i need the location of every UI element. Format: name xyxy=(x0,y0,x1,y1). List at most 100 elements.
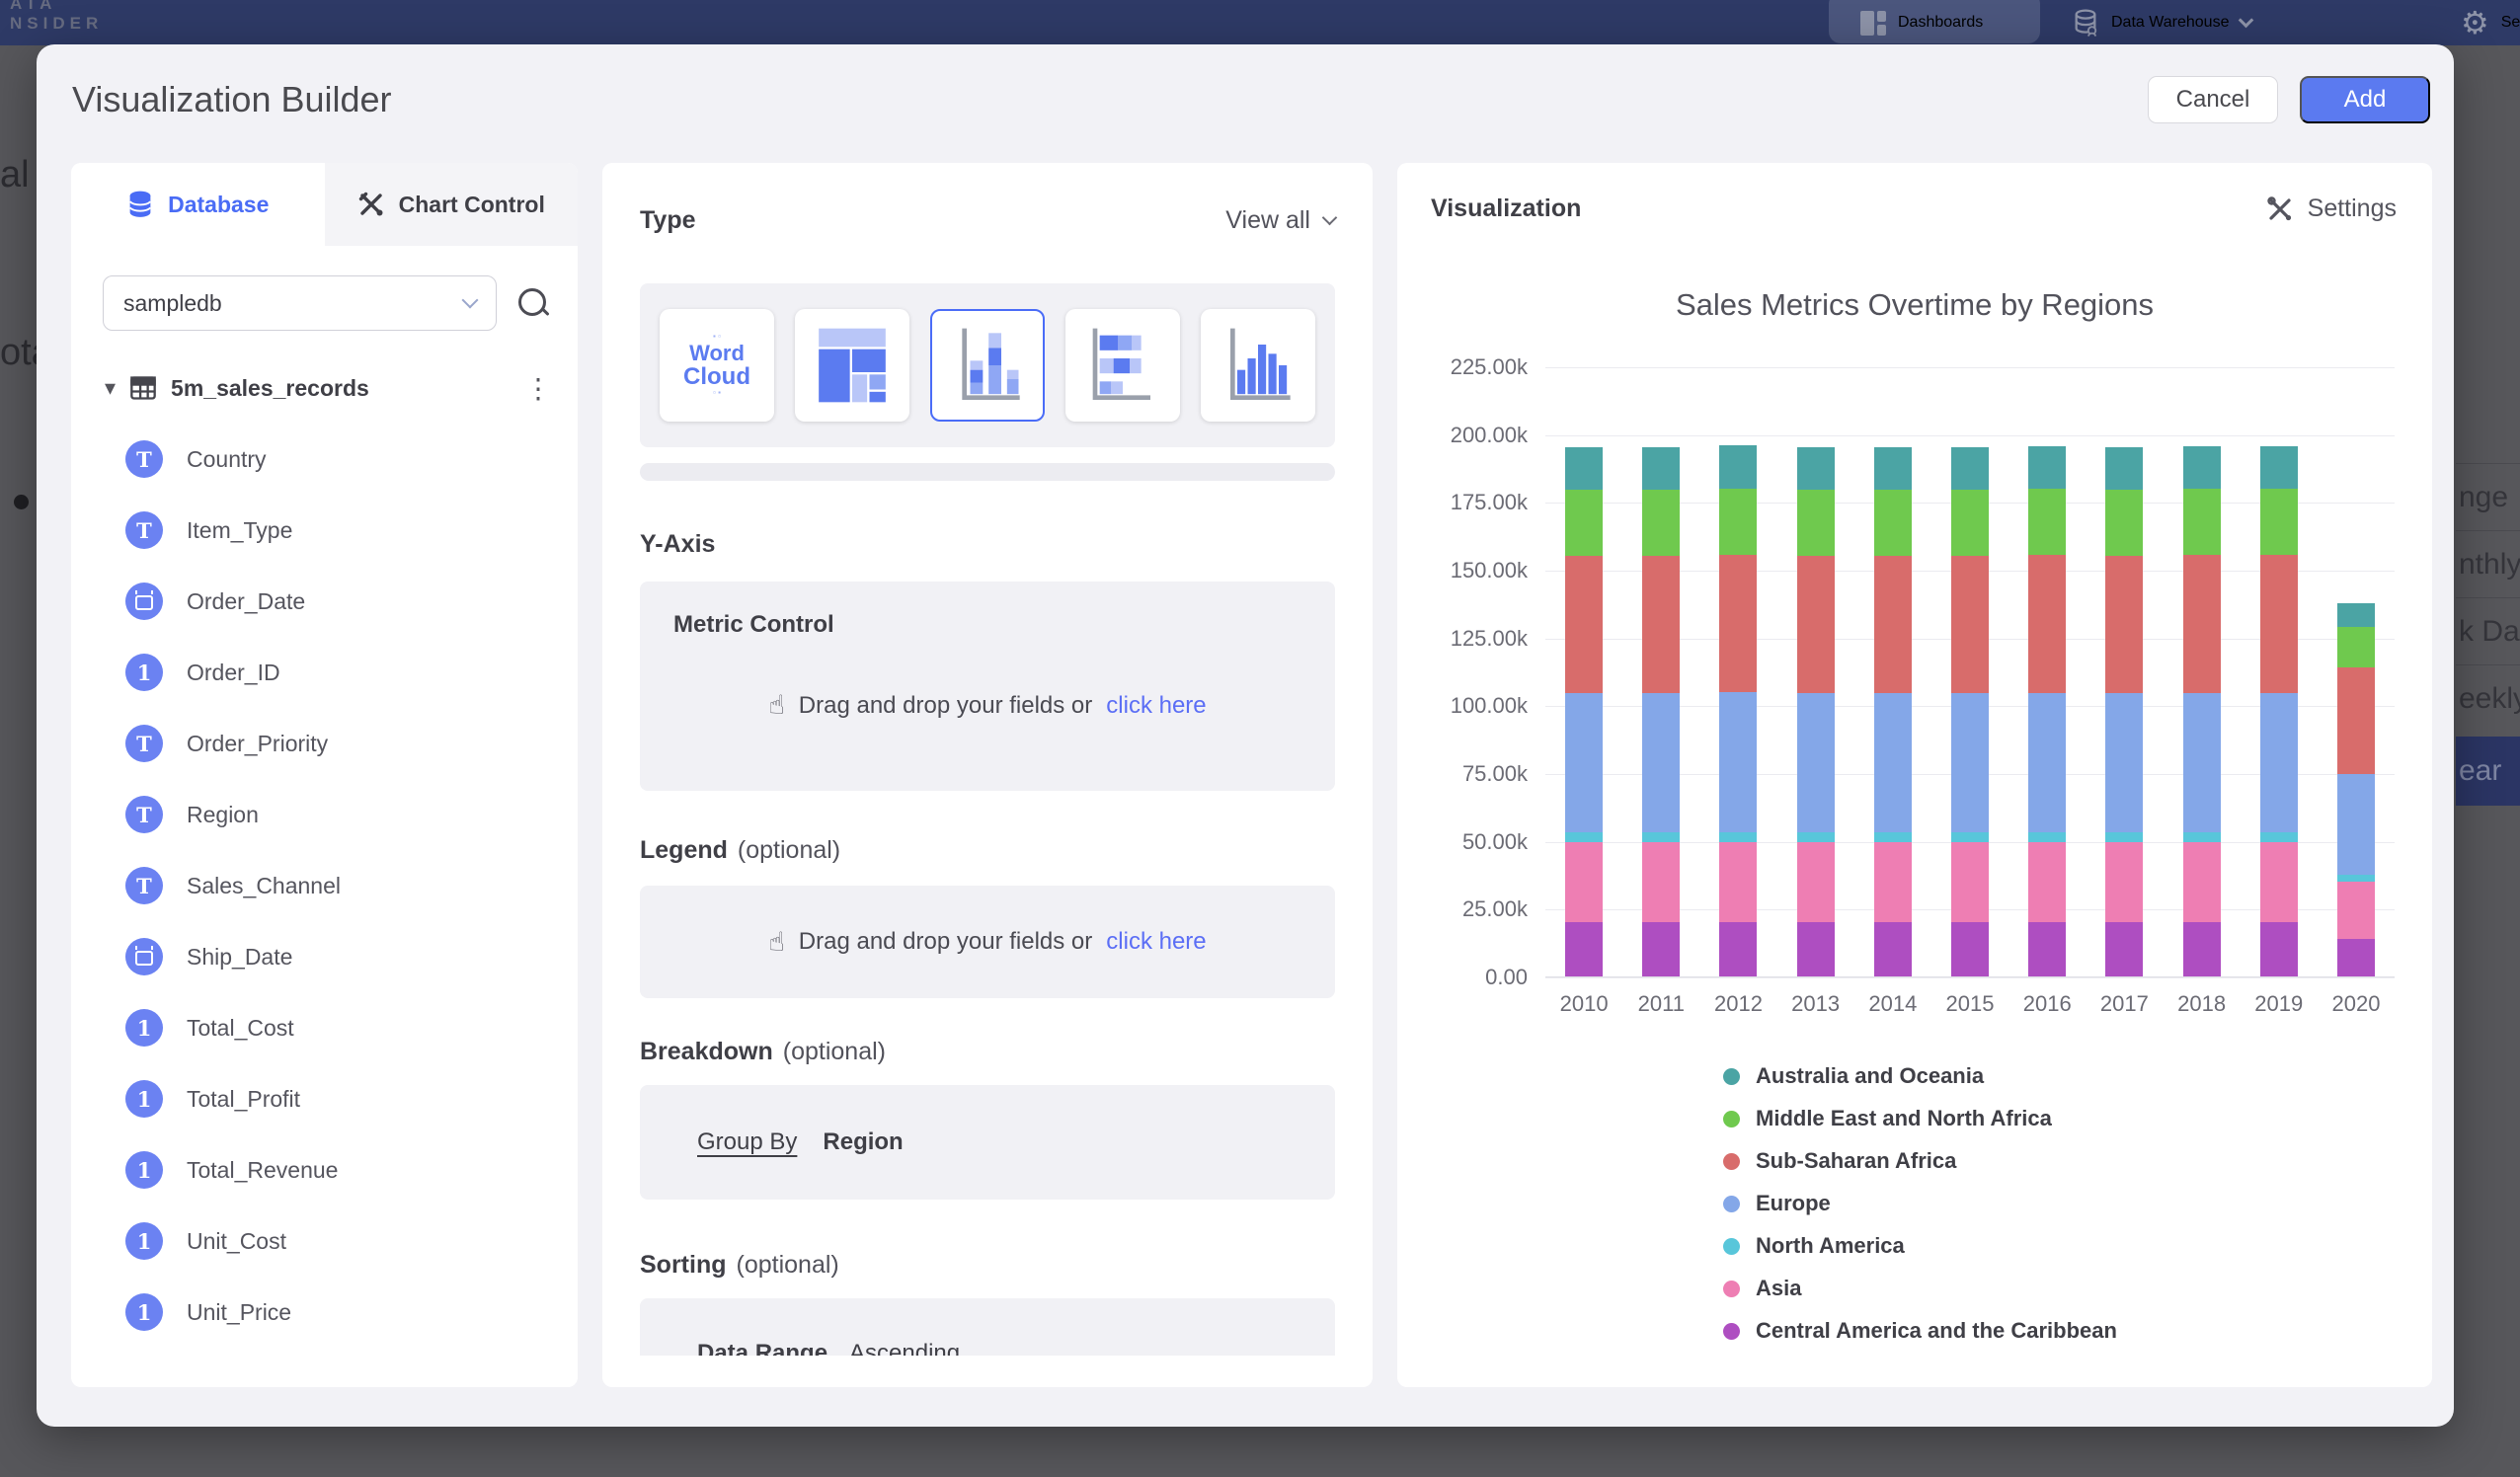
bar-segment[interactable] xyxy=(1565,490,1603,556)
chart-type-word-cloud[interactable]: ▪ ▫ Word Cloud ▫ ▪ xyxy=(660,309,774,422)
chart-type-stacked-bar[interactable] xyxy=(1065,309,1180,422)
bar-segment[interactable] xyxy=(2105,490,2143,556)
nav-data-warehouse[interactable]: Data Warehouse xyxy=(2072,0,2251,45)
field-Unit_Price[interactable]: 1Unit_Price xyxy=(71,1277,578,1348)
sorting-row[interactable]: Data Range Ascending xyxy=(697,1340,1335,1356)
nav-dashboards[interactable]: Dashboards xyxy=(1860,0,1983,45)
bar-segment[interactable] xyxy=(1874,447,1912,490)
field-Order_ID[interactable]: 1Order_ID xyxy=(71,637,578,708)
bar-segment[interactable] xyxy=(1642,556,1680,693)
bar-segment[interactable] xyxy=(1951,490,1989,556)
bar-segment[interactable] xyxy=(2183,693,2221,832)
bar-segment[interactable] xyxy=(2337,875,2375,882)
bar-segment[interactable] xyxy=(2028,446,2066,489)
bar-segment[interactable] xyxy=(2260,922,2298,976)
bar-segment[interactable] xyxy=(1719,692,1757,833)
bar-segment[interactable] xyxy=(2260,832,2298,842)
bar-segment[interactable] xyxy=(1951,556,1989,693)
bar-segment[interactable] xyxy=(2105,447,2143,490)
bar-segment[interactable] xyxy=(1797,693,1835,832)
bar-segment[interactable] xyxy=(2260,693,2298,832)
bar-segment[interactable] xyxy=(1951,832,1989,842)
legend-item[interactable]: Central America and the Caribbean xyxy=(1723,1318,2117,1344)
bar-segment[interactable] xyxy=(1874,490,1912,556)
legend-item[interactable]: North America xyxy=(1723,1233,2117,1259)
bar-2020[interactable] xyxy=(2337,603,2375,976)
bar-2015[interactable] xyxy=(1951,447,1989,976)
bar-segment[interactable] xyxy=(1874,922,1912,976)
bar-segment[interactable] xyxy=(1642,842,1680,922)
bar-segment[interactable] xyxy=(2183,832,2221,842)
chart-type-column[interactable] xyxy=(1201,309,1315,422)
tab-chart-control[interactable]: Chart Control xyxy=(325,163,579,246)
cancel-button[interactable]: Cancel xyxy=(2148,76,2278,123)
bar-segment[interactable] xyxy=(1951,693,1989,832)
field-Unit_Cost[interactable]: 1Unit_Cost xyxy=(71,1205,578,1277)
bar-segment[interactable] xyxy=(1797,447,1835,490)
bar-segment[interactable] xyxy=(1719,489,1757,555)
bar-segment[interactable] xyxy=(1642,693,1680,832)
bar-segment[interactable] xyxy=(2028,555,2066,693)
bar-segment[interactable] xyxy=(2028,693,2066,832)
bar-segment[interactable] xyxy=(2260,489,2298,555)
bar-segment[interactable] xyxy=(2337,627,2375,667)
metric-control-dropzone[interactable]: Metric Control ☝ Drag and drop your fiel… xyxy=(640,582,1335,791)
tab-database[interactable]: Database xyxy=(71,163,325,246)
bar-segment[interactable] xyxy=(2105,832,2143,842)
bar-segment[interactable] xyxy=(1719,842,1757,922)
bar-segment[interactable] xyxy=(1642,832,1680,842)
bar-segment[interactable] xyxy=(2105,842,2143,922)
chart-settings-button[interactable]: Settings xyxy=(2266,194,2397,223)
bar-segment[interactable] xyxy=(2105,922,2143,976)
bar-segment[interactable] xyxy=(1951,447,1989,490)
bar-segment[interactable] xyxy=(2183,842,2221,922)
bar-segment[interactable] xyxy=(1642,922,1680,976)
bar-segment[interactable] xyxy=(1797,922,1835,976)
bar-segment[interactable] xyxy=(2337,603,2375,626)
bar-segment[interactable] xyxy=(2260,555,2298,693)
legend-item[interactable]: Australia and Oceania xyxy=(1723,1063,2117,1089)
bar-segment[interactable] xyxy=(1565,693,1603,832)
chart-type-treemap[interactable] xyxy=(795,309,909,422)
caret-down-icon[interactable]: ▾ xyxy=(105,375,116,401)
bar-2014[interactable] xyxy=(1874,447,1912,976)
field-Ship_Date[interactable]: Ship_Date xyxy=(71,921,578,992)
bar-2016[interactable] xyxy=(2028,446,2066,976)
legend-item[interactable]: Sub-Saharan Africa xyxy=(1723,1148,2117,1174)
add-button[interactable]: Add xyxy=(2300,76,2430,123)
chart-type-stacked-column[interactable] xyxy=(930,309,1045,422)
type-strip-scrollbar[interactable] xyxy=(640,463,1335,481)
bar-segment[interactable] xyxy=(1719,832,1757,842)
background-menu-item[interactable]: eekly xyxy=(2456,664,2520,732)
bar-segment[interactable] xyxy=(2028,922,2066,976)
metric-click-here-link[interactable]: click here xyxy=(1106,692,1206,720)
field-Total_Revenue[interactable]: 1Total_Revenue xyxy=(71,1134,578,1205)
bar-segment[interactable] xyxy=(2028,832,2066,842)
bar-segment[interactable] xyxy=(1951,922,1989,976)
bar-segment[interactable] xyxy=(2337,667,2375,774)
bar-segment[interactable] xyxy=(1719,445,1757,489)
bar-segment[interactable] xyxy=(1874,556,1912,693)
bar-segment[interactable] xyxy=(2183,489,2221,555)
field-Country[interactable]: TCountry xyxy=(71,424,578,495)
group-by-button[interactable]: Group By xyxy=(697,1128,797,1156)
legend-click-here-link[interactable]: click here xyxy=(1106,928,1206,956)
nav-settings[interactable]: ⚙ Settings xyxy=(2461,0,2520,45)
bar-segment[interactable] xyxy=(1874,842,1912,922)
bar-2011[interactable] xyxy=(1642,447,1680,976)
bar-2010[interactable] xyxy=(1565,447,1603,976)
group-by-value[interactable]: Region xyxy=(823,1128,903,1156)
bar-segment[interactable] xyxy=(2183,922,2221,976)
bar-segment[interactable] xyxy=(2337,939,2375,976)
table-tree-header[interactable]: ▾ 5m_sales_records ⋮ xyxy=(105,366,552,410)
kebab-menu-icon[interactable]: ⋮ xyxy=(524,372,552,405)
bar-2012[interactable] xyxy=(1719,445,1757,976)
field-Total_Cost[interactable]: 1Total_Cost xyxy=(71,992,578,1063)
field-Region[interactable]: TRegion xyxy=(71,779,578,850)
bar-segment[interactable] xyxy=(2183,446,2221,489)
database-select[interactable]: sampledb xyxy=(103,275,497,331)
bar-segment[interactable] xyxy=(2183,555,2221,693)
bar-segment[interactable] xyxy=(1797,490,1835,556)
bar-2013[interactable] xyxy=(1797,447,1835,976)
bar-segment[interactable] xyxy=(1874,832,1912,842)
